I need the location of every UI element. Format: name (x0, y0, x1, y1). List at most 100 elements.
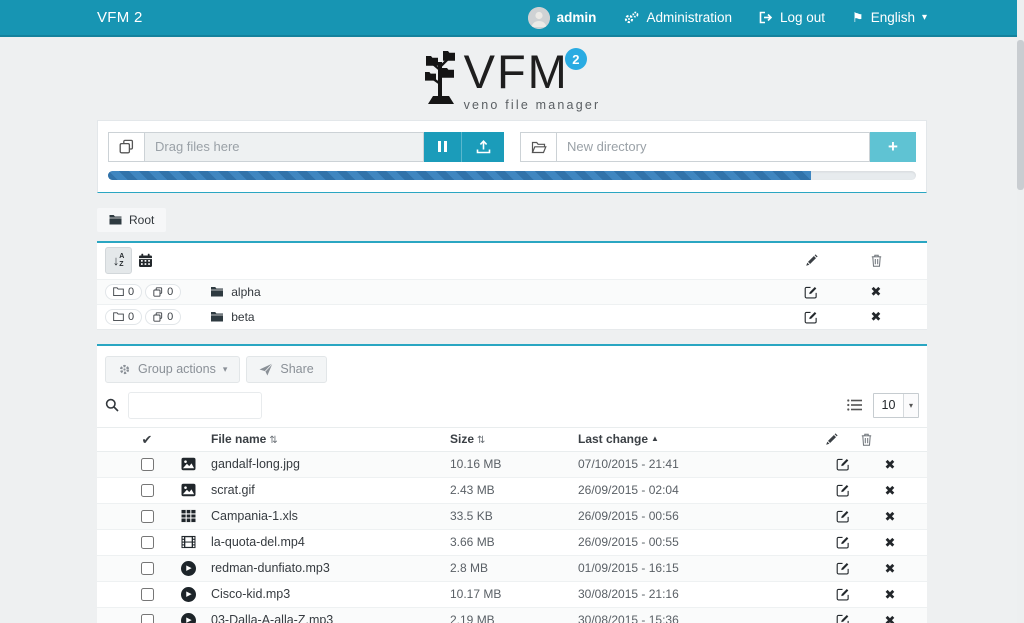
directory-link[interactable]: alpha (210, 285, 260, 299)
size-column-header[interactable]: Size⇅ (450, 432, 578, 446)
caret-down-icon: ▾ (223, 365, 228, 374)
drag-files-input[interactable] (144, 132, 424, 162)
edit-icon (836, 613, 850, 623)
page-size-value: 10 (874, 394, 903, 417)
vfm-page: VFM 2 admin Administration (0, 0, 1024, 623)
file-select-checkbox[interactable] (141, 614, 154, 623)
file-name-link[interactable]: Campania-1.xls (211, 509, 450, 523)
administration-link[interactable]: Administration (623, 10, 732, 25)
folder-icon (109, 214, 122, 225)
upload-progress-fill (108, 171, 811, 180)
files-icon (153, 287, 163, 297)
user-avatar (528, 7, 550, 29)
rename-file-button[interactable] (836, 613, 850, 623)
file-name-column-header[interactable]: File name⇅ (211, 432, 450, 446)
calendar-icon (138, 253, 153, 268)
rename-column-header (825, 433, 861, 446)
share-button[interactable]: Share (246, 356, 326, 383)
file-select-checkbox[interactable] (141, 588, 154, 601)
file-name-link[interactable]: la-quota-del.mp4 (211, 535, 450, 549)
file-select-checkbox[interactable] (141, 484, 154, 497)
sort-asc-icon: ▲ (651, 434, 659, 443)
scrollbar-thumb[interactable] (1017, 40, 1024, 190)
group-actions-button[interactable]: Group actions ▾ (105, 356, 240, 383)
delete-column-header (861, 433, 919, 446)
file-last-change: 07/10/2015 - 21:41 (578, 457, 825, 471)
rename-file-button[interactable] (836, 535, 850, 549)
file-row: ▶ Cisco-kid.mp3 10.17 MB 30/08/2015 - 21… (97, 582, 927, 608)
video-file-icon (181, 535, 196, 549)
files-icon (153, 312, 163, 322)
file-name-link[interactable]: Cisco-kid.mp3 (211, 587, 450, 601)
rename-column-header (789, 254, 833, 267)
delete-file-button[interactable]: ✖ (885, 614, 896, 623)
last-change-column-header[interactable]: Last change▲ (578, 432, 825, 446)
new-directory-input[interactable] (556, 132, 870, 162)
file-name-link[interactable]: 03-Dalla-A-alla-Z.mp3 (211, 613, 450, 623)
file-select-checkbox[interactable] (141, 562, 154, 575)
edit-icon (836, 483, 850, 497)
language-menu[interactable]: ⚑ English ▾ (852, 10, 927, 25)
user-menu[interactable]: admin (528, 7, 597, 29)
logo-title: VFM (464, 50, 569, 95)
paper-plane-icon (259, 363, 273, 376)
delete-file-button[interactable]: ✖ (885, 510, 896, 523)
file-last-change: 26/09/2015 - 00:55 (578, 535, 825, 549)
file-select-checkbox[interactable] (141, 510, 154, 523)
file-size: 33.5 KB (450, 509, 578, 523)
delete-file-button[interactable]: ✖ (885, 562, 896, 575)
file-row: gandalf-long.jpg 10.16 MB 07/10/2015 - 2… (97, 452, 927, 478)
edit-icon (836, 561, 850, 575)
search-input[interactable] (128, 392, 262, 419)
rename-directory-button[interactable] (804, 310, 818, 324)
pause-upload-button[interactable] (424, 132, 462, 162)
file-last-change: 26/09/2015 - 00:56 (578, 509, 825, 523)
file-name-link[interactable]: scrat.gif (211, 483, 450, 497)
flag-icon: ⚑ (852, 11, 864, 24)
delete-file-button[interactable]: ✖ (885, 588, 896, 601)
delete-file-button[interactable]: ✖ (885, 536, 896, 549)
rename-file-button[interactable] (836, 457, 850, 471)
username-label: admin (557, 10, 597, 25)
file-row: ▶ redman-dunfiato.mp3 2.8 MB 01/09/2015 … (97, 556, 927, 582)
file-count-badge: 0 (145, 309, 181, 325)
logout-link[interactable]: Log out (759, 10, 825, 25)
select-all-check-icon[interactable]: ✔ (127, 433, 167, 446)
delete-file-button[interactable]: ✖ (885, 458, 896, 471)
rename-directory-button[interactable] (804, 285, 818, 299)
administration-label: Administration (646, 10, 732, 25)
rename-file-button[interactable] (836, 587, 850, 601)
folder-icon (210, 311, 224, 322)
breadcrumb-root[interactable]: Root (97, 208, 166, 232)
audio-file-icon: ▶ (181, 561, 196, 576)
file-size: 2.8 MB (450, 561, 578, 575)
create-directory-button[interactable]: + (870, 132, 916, 162)
rename-file-button[interactable] (836, 509, 850, 523)
sort-both-icon: ⇅ (477, 435, 485, 446)
copy-files-icon (119, 139, 134, 154)
page-scrollbar[interactable] (1017, 0, 1024, 623)
rename-file-button[interactable] (836, 561, 850, 575)
delete-file-button[interactable]: ✖ (885, 484, 896, 497)
brand-title: VFM 2 (97, 9, 143, 26)
gears-icon (623, 11, 639, 25)
sort-alphabetical-button[interactable]: ↓ AZ (105, 247, 132, 274)
file-size: 2.19 MB (450, 613, 578, 623)
upload-icon (476, 140, 491, 154)
file-select-checkbox[interactable] (141, 536, 154, 549)
rename-file-button[interactable] (836, 483, 850, 497)
file-name-link[interactable]: redman-dunfiato.mp3 (211, 561, 450, 575)
delete-directory-button[interactable]: ✖ (871, 310, 882, 323)
directory-link[interactable]: beta (210, 310, 254, 324)
delete-directory-button[interactable]: ✖ (871, 285, 882, 298)
page-size-select[interactable]: 10 ▾ (873, 393, 919, 418)
file-row: scrat.gif 2.43 MB 26/09/2015 - 02:04 ✖ (97, 478, 927, 504)
edit-icon (836, 457, 850, 471)
sort-by-date-button[interactable] (132, 247, 159, 274)
file-name-link[interactable]: gandalf-long.jpg (211, 457, 450, 471)
file-select-checkbox[interactable] (141, 458, 154, 471)
select-files-button[interactable] (108, 132, 144, 162)
start-upload-button[interactable] (462, 132, 504, 162)
logo-version-badge: 2 (565, 48, 587, 70)
gear-icon (118, 363, 131, 376)
